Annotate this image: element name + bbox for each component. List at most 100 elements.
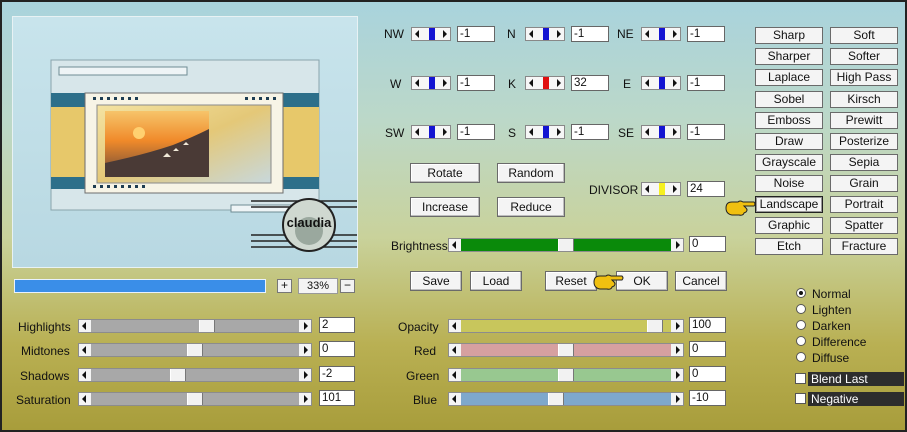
shadows-thumb[interactable] [169, 369, 186, 381]
filter-fracture-button[interactable]: Fracture [830, 238, 898, 255]
filter-high-pass-button[interactable]: High Pass [830, 69, 898, 86]
kernel-spinner-ne[interactable] [641, 27, 681, 41]
blend-last-checkbox[interactable] [795, 373, 806, 384]
filter-softer-button[interactable]: Softer [830, 48, 898, 65]
rotate-button[interactable]: Rotate [410, 163, 480, 183]
kernel-thumb-k[interactable] [543, 77, 549, 89]
filter-soft-button[interactable]: Soft [830, 27, 898, 44]
opacity-thumb[interactable] [647, 320, 664, 332]
red-slider[interactable] [448, 343, 684, 357]
filter-sepia-button[interactable]: Sepia [830, 154, 898, 171]
midtones-thumb[interactable] [187, 344, 203, 356]
kernel-thumb-nw[interactable] [429, 28, 435, 40]
reset-button[interactable]: Reset [545, 271, 597, 291]
zoom-out-button[interactable]: − [340, 279, 355, 293]
highlights-decrease-arrow[interactable] [79, 320, 91, 332]
filter-sharper-button[interactable]: Sharper [755, 48, 823, 65]
saturation-increase-arrow[interactable] [299, 393, 311, 405]
highlights-increase-arrow[interactable] [299, 320, 311, 332]
random-button[interactable]: Random [497, 163, 565, 183]
image-preview[interactable]: claudia [12, 16, 358, 268]
kernel-value-ne[interactable]: -1 [687, 26, 725, 42]
blue-decrease-arrow[interactable] [449, 393, 461, 405]
filter-graphic-button[interactable]: Graphic [755, 217, 823, 234]
filter-portrait-button[interactable]: Portrait [830, 196, 898, 213]
filter-sharp-button[interactable]: Sharp [755, 27, 823, 44]
kernel-value-e[interactable]: -1 [687, 75, 725, 91]
filter-spatter-button[interactable]: Spatter [830, 217, 898, 234]
divisor-value[interactable]: 24 [687, 181, 725, 197]
increase-button[interactable]: Increase [410, 197, 480, 217]
highlights-value[interactable]: 2 [319, 317, 355, 333]
green-increase-arrow[interactable] [671, 369, 683, 381]
midtones-increase-arrow[interactable] [299, 344, 311, 356]
blend-darken-radio[interactable] [796, 320, 806, 330]
kernel-spinner-k[interactable] [525, 76, 565, 90]
filter-grain-button[interactable]: Grain [830, 175, 898, 192]
kernel-spinner-e[interactable] [641, 76, 681, 90]
filter-posterize-button[interactable]: Posterize [830, 133, 898, 150]
blend-diffuse-radio[interactable] [796, 352, 806, 362]
filter-draw-button[interactable]: Draw [755, 133, 823, 150]
brightness-value[interactable]: 0 [689, 236, 726, 252]
kernel-spinner-nw[interactable] [411, 27, 451, 41]
divisor-spinner[interactable] [641, 182, 681, 196]
highlights-slider[interactable] [78, 319, 312, 333]
filter-emboss-button[interactable]: Emboss [755, 112, 823, 129]
blue-value[interactable]: -10 [689, 390, 726, 406]
kernel-value-nw[interactable]: -1 [457, 26, 495, 42]
negative-checkbox[interactable] [795, 393, 806, 404]
kernel-thumb-se[interactable] [659, 126, 665, 138]
filter-laplace-button[interactable]: Laplace [755, 69, 823, 86]
brightness-thumb[interactable] [558, 239, 574, 251]
kernel-spinner-n[interactable] [525, 27, 565, 41]
save-button[interactable]: Save [410, 271, 462, 291]
saturation-decrease-arrow[interactable] [79, 393, 91, 405]
kernel-spinner-se[interactable] [641, 125, 681, 139]
cancel-button[interactable]: Cancel [675, 271, 727, 291]
filter-noise-button[interactable]: Noise [755, 175, 823, 192]
green-slider[interactable] [448, 368, 684, 382]
filter-prewitt-button[interactable]: Prewitt [830, 112, 898, 129]
red-increase-arrow[interactable] [671, 344, 683, 356]
shadows-increase-arrow[interactable] [299, 369, 311, 381]
red-decrease-arrow[interactable] [449, 344, 461, 356]
reduce-button[interactable]: Reduce [497, 197, 565, 217]
kernel-spinner-sw[interactable] [411, 125, 451, 139]
divisor-thumb[interactable] [659, 183, 665, 195]
blue-slider[interactable] [448, 392, 684, 406]
filter-sobel-button[interactable]: Sobel [755, 91, 823, 108]
kernel-value-w[interactable]: -1 [457, 75, 495, 91]
shadows-decrease-arrow[interactable] [79, 369, 91, 381]
green-decrease-arrow[interactable] [449, 369, 461, 381]
shadows-value[interactable]: -2 [319, 366, 355, 382]
brightness-decrease-arrow[interactable] [449, 239, 461, 251]
kernel-value-sw[interactable]: -1 [457, 124, 495, 140]
brightness-slider[interactable] [448, 238, 684, 252]
blue-thumb[interactable] [548, 393, 565, 405]
blend-lighten-radio[interactable] [796, 304, 806, 314]
kernel-spinner-s[interactable] [525, 125, 565, 139]
kernel-thumb-sw[interactable] [429, 126, 435, 138]
filter-etch-button[interactable]: Etch [755, 238, 823, 255]
saturation-thumb[interactable] [187, 393, 203, 405]
kernel-value-s[interactable]: -1 [571, 124, 609, 140]
midtones-decrease-arrow[interactable] [79, 344, 91, 356]
blue-increase-arrow[interactable] [671, 393, 683, 405]
filter-kirsch-button[interactable]: Kirsch [830, 91, 898, 108]
shadows-slider[interactable] [78, 368, 312, 382]
kernel-thumb-ne[interactable] [659, 28, 665, 40]
midtones-value[interactable]: 0 [319, 341, 355, 357]
kernel-thumb-w[interactable] [429, 77, 435, 89]
opacity-value[interactable]: 100 [689, 317, 726, 333]
opacity-increase-arrow[interactable] [671, 320, 683, 332]
opacity-slider[interactable] [448, 319, 684, 333]
green-value[interactable]: 0 [689, 366, 726, 382]
brightness-increase-arrow[interactable] [671, 239, 683, 251]
filter-landscape-button[interactable]: Landscape [755, 196, 823, 213]
blend-difference-radio[interactable] [796, 336, 806, 346]
midtones-slider[interactable] [78, 343, 312, 357]
blend-normal-radio[interactable] [796, 288, 806, 298]
load-button[interactable]: Load [470, 271, 522, 291]
kernel-value-k[interactable]: 32 [571, 75, 609, 91]
